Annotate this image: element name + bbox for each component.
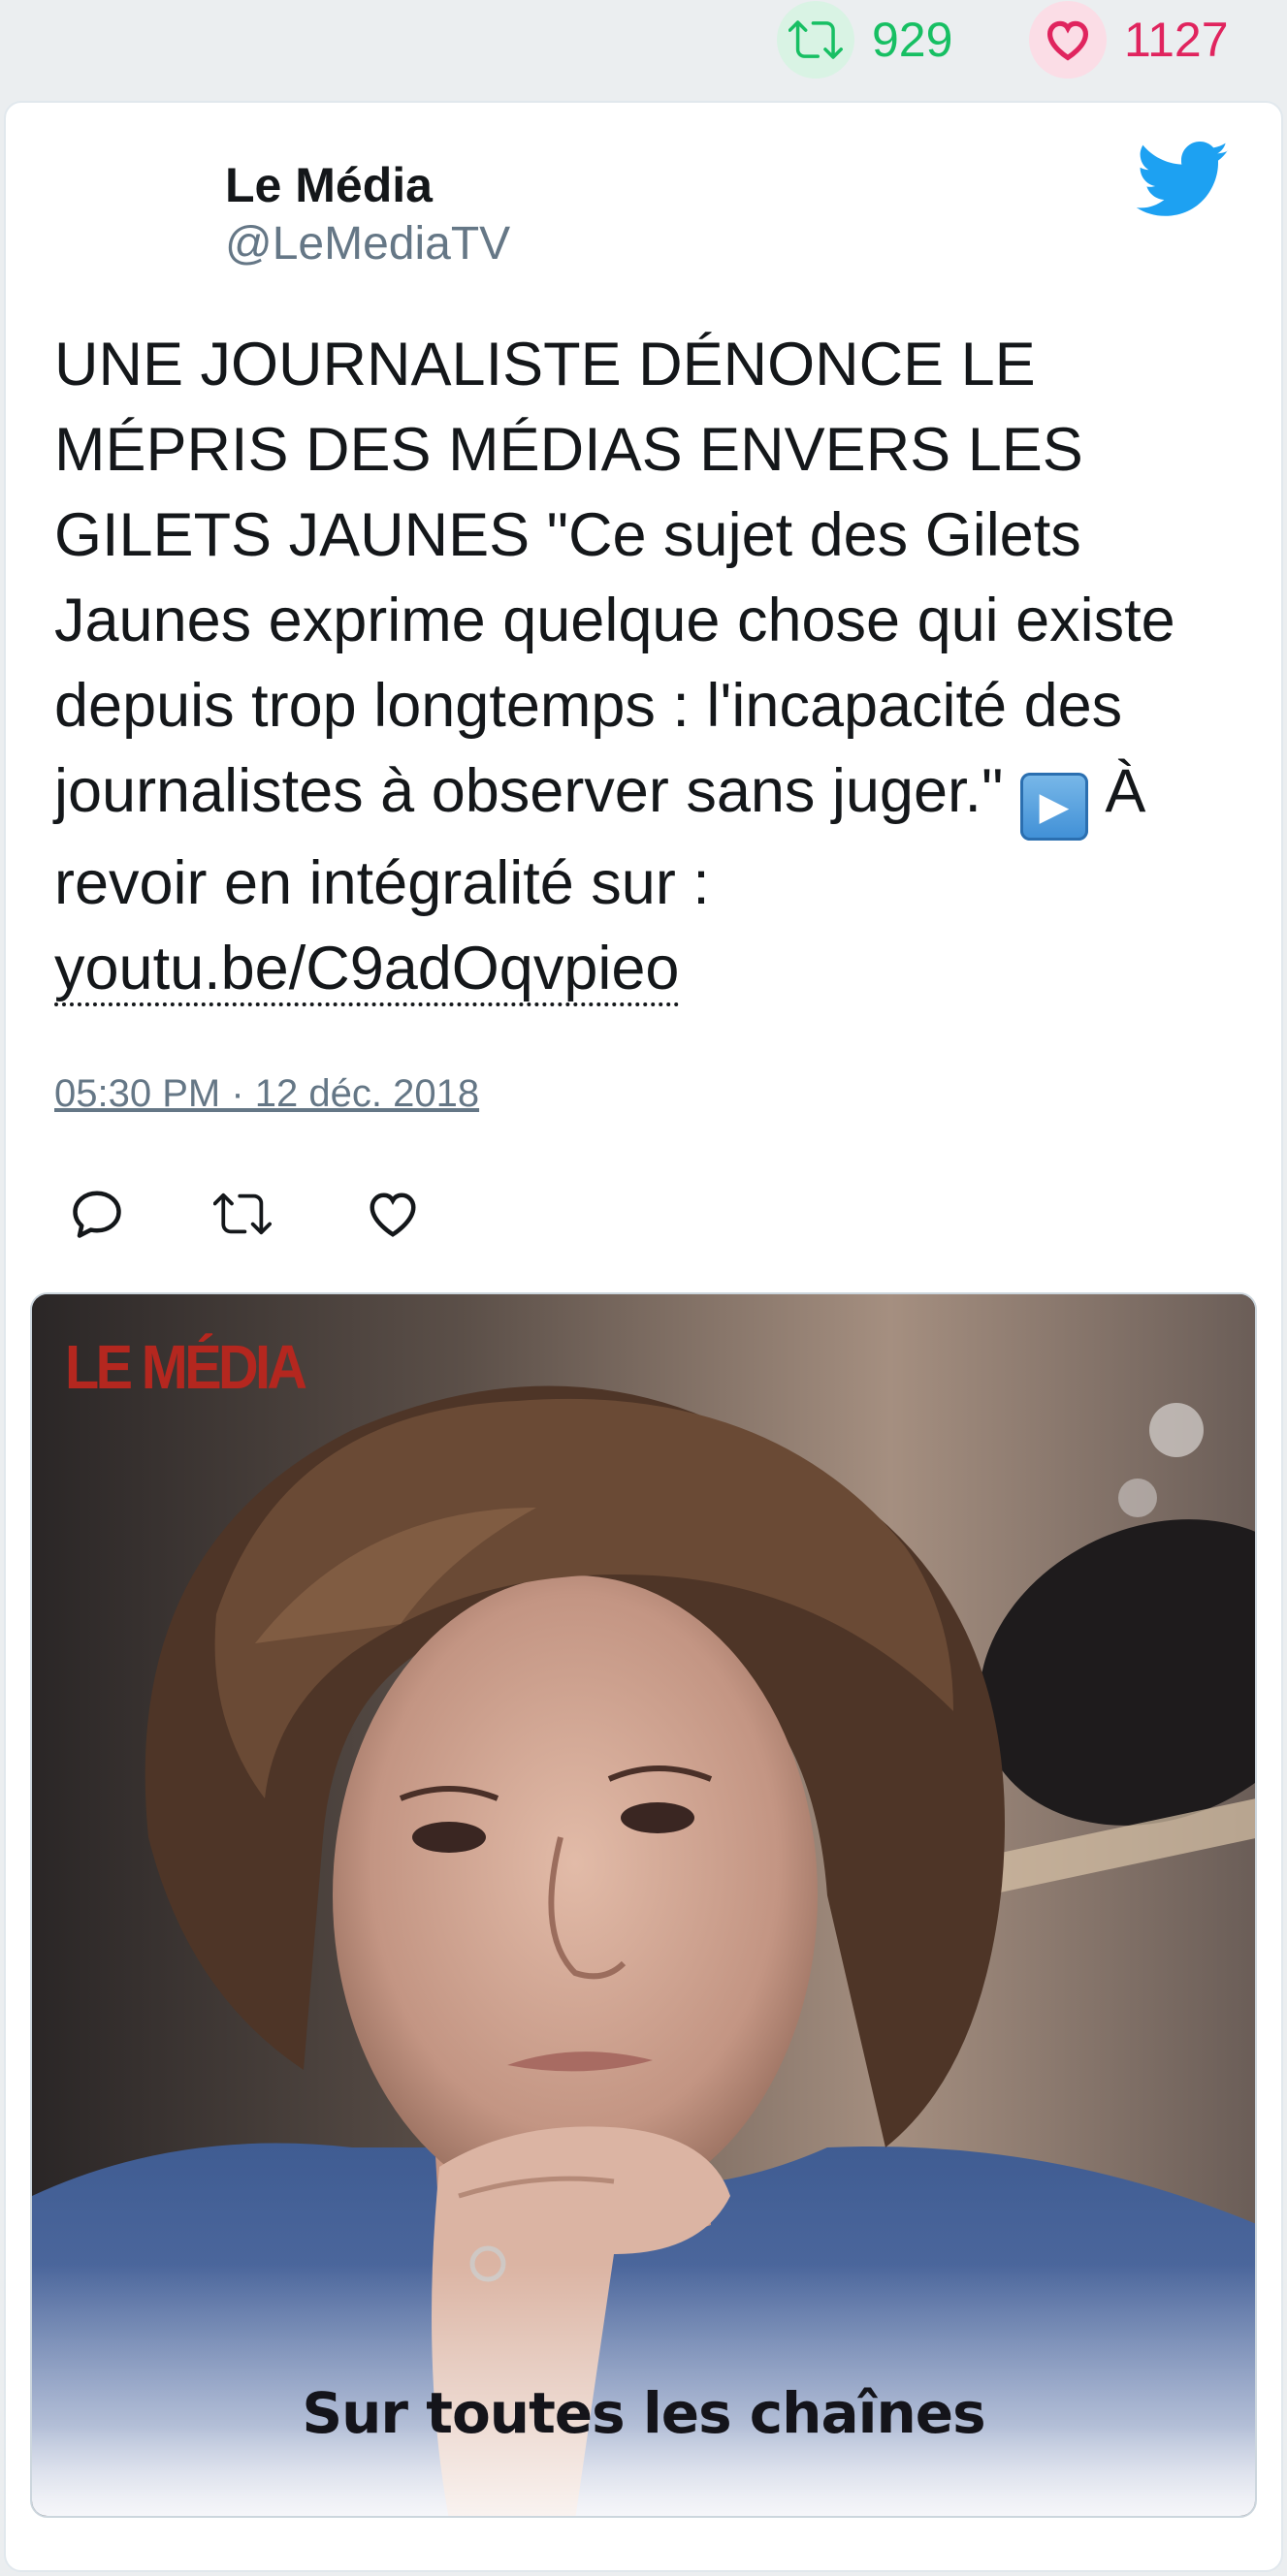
like-count: 1127 — [1124, 13, 1229, 67]
reply-icon[interactable] — [68, 1185, 126, 1243]
heart-icon — [1029, 1, 1107, 79]
retweet-icon — [777, 1, 854, 79]
tweet-timestamp[interactable]: 05:30 PM · 12 déc. 2018 — [54, 1072, 479, 1116]
engagement-bar: 929 1127 — [0, 0, 1287, 97]
retweet-action-icon[interactable] — [213, 1185, 272, 1243]
tweet-video-thumbnail[interactable]: LE MÉDIA Sur toutes les chaînes — [30, 1292, 1257, 2518]
video-frame-illustration — [32, 1294, 1255, 2516]
author-handle[interactable]: @LeMediaTV — [225, 217, 510, 270]
play-button-emoji: ▶ — [1019, 773, 1088, 841]
le-media-logo: LE MÉDIA — [65, 1332, 307, 1402]
tweet-text: UNE JOURNALISTE DÉNONCE LE MÉPRIS DES MÉ… — [54, 322, 1238, 1011]
like-action-icon[interactable] — [364, 1185, 422, 1243]
tweet-link[interactable]: youtu.be/C9adOqvpieo — [54, 935, 680, 1006]
retweet-stat[interactable]: 929 — [777, 0, 952, 80]
tweet-text-main: UNE JOURNALISTE DÉNONCE LE MÉPRIS DES MÉ… — [54, 331, 1175, 825]
retweet-count: 929 — [872, 13, 953, 67]
video-caption: Sur toutes les chaînes — [302, 2380, 985, 2446]
twitter-bird-icon[interactable] — [1137, 140, 1230, 221]
like-stat[interactable]: 1127 — [1029, 0, 1229, 80]
author-name[interactable]: Le Média — [225, 157, 433, 213]
